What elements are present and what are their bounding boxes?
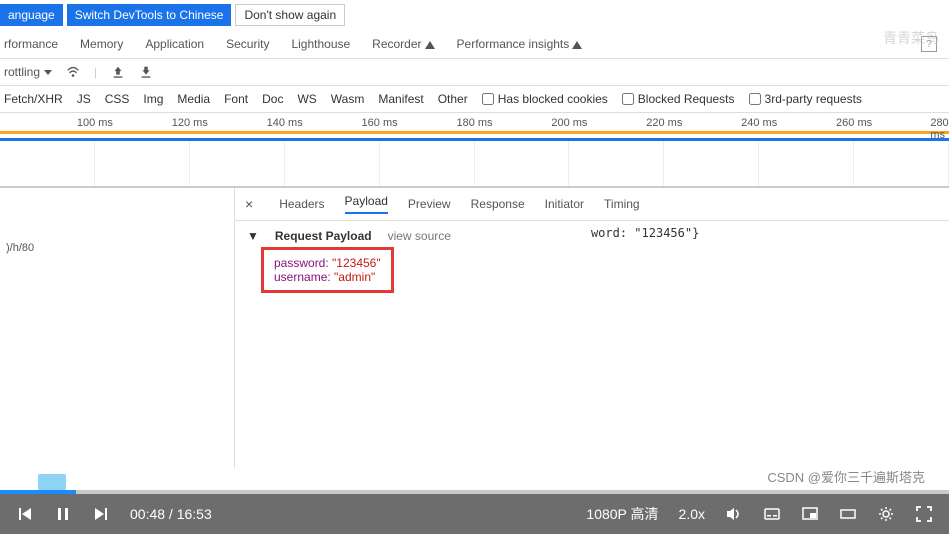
tab-security[interactable]: Security (226, 37, 269, 51)
next-icon[interactable] (92, 505, 110, 523)
language-button[interactable]: anguage (0, 4, 63, 26)
filter-manifest[interactable]: Manifest (378, 92, 423, 106)
tab-timing[interactable]: Timing (604, 197, 640, 211)
filter-other[interactable]: Other (438, 92, 468, 106)
wifi-icon[interactable] (66, 65, 80, 79)
filter-wasm[interactable]: Wasm (331, 92, 365, 106)
filter-js[interactable]: JS (77, 92, 91, 106)
waterfall-grid (0, 141, 949, 187)
view-source-link[interactable]: view source (388, 229, 451, 243)
tab-lighthouse[interactable]: Lighthouse (291, 37, 350, 51)
list-item[interactable]: )/h/80 (0, 238, 234, 258)
tab-initiator[interactable]: Initiator (545, 197, 584, 211)
request-list[interactable]: )/h/80 (0, 188, 235, 468)
filter-fetch[interactable]: Fetch/XHR (4, 92, 63, 106)
tab-headers[interactable]: Headers (279, 197, 324, 211)
filter-blocked-requests[interactable]: Blocked Requests (622, 92, 735, 106)
expand-icon[interactable]: ▼ (247, 229, 259, 243)
time-display: 00:48 / 16:53 (130, 506, 212, 522)
overview-strip (0, 131, 949, 141)
subtitle-icon[interactable] (763, 505, 781, 523)
tab-application[interactable]: Application (145, 37, 204, 51)
filter-doc[interactable]: Doc (262, 92, 283, 106)
warn-icon (425, 41, 435, 49)
tab-payload[interactable]: Payload (345, 194, 388, 214)
payload-title: Request Payload (275, 229, 372, 243)
prev-icon[interactable] (16, 505, 34, 523)
pause-icon[interactable] (54, 505, 72, 523)
tab-preview[interactable]: Preview (408, 197, 451, 211)
tab-recorder[interactable]: Recorder (372, 37, 434, 51)
quality-label[interactable]: 1080P 高清 (586, 504, 658, 524)
watermark: 青青菜鸟 (883, 28, 939, 48)
filter-font[interactable]: Font (224, 92, 248, 106)
throttling-dropdown[interactable]: rottling (4, 65, 52, 79)
filter-css[interactable]: CSS (105, 92, 130, 106)
ruler: 100 ms 120 ms 140 ms 160 ms 180 ms 200 m… (0, 113, 949, 131)
devtools-tabs: rformance Memory Application Security Li… (0, 30, 949, 59)
payload-panel: ▼ Request Payload view source password: … (235, 221, 949, 301)
tab-memory[interactable]: Memory (80, 37, 123, 51)
settings-icon[interactable] (877, 505, 895, 523)
filter-ws[interactable]: WS (297, 92, 316, 106)
video-progress[interactable] (0, 464, 949, 494)
filter-third-party[interactable]: 3rd-party requests (749, 92, 862, 106)
filter-bar: Fetch/XHR JS CSS Img Media Font Doc WS W… (0, 86, 949, 113)
close-icon[interactable]: × (245, 196, 253, 212)
tab-response[interactable]: Response (471, 197, 525, 211)
switch-devtools-button[interactable]: Switch DevTools to Chinese (67, 4, 232, 26)
filter-blocked-cookies[interactable]: Has blocked cookies (482, 92, 608, 106)
fullscreen-icon[interactable] (915, 505, 933, 523)
timeline[interactable]: 100 ms 120 ms 140 ms 160 ms 180 ms 200 m… (0, 113, 949, 188)
upload-icon[interactable] (111, 65, 125, 79)
inline-json: word: "123456"} (577, 226, 699, 240)
pip-icon[interactable] (801, 505, 819, 523)
filter-media[interactable]: Media (177, 92, 210, 106)
chevron-down-icon (44, 70, 52, 75)
filter-img[interactable]: Img (143, 92, 163, 106)
network-toolbar: rottling | (0, 59, 949, 86)
scrub-thumb[interactable] (38, 474, 66, 490)
dismiss-button[interactable]: Don't show again (235, 4, 345, 26)
speed-label[interactable]: 2.0x (679, 506, 705, 522)
payload-highlight: password: "123456" username: "admin" (261, 247, 394, 293)
tab-insights[interactable]: Performance insights (457, 37, 583, 51)
video-controls: 00:48 / 16:53 1080P 高清 2.0x (0, 494, 949, 534)
tab-performance[interactable]: rformance (4, 37, 58, 51)
detail-tabs: × Headers Payload Preview Response Initi… (235, 188, 949, 221)
warn-icon (572, 41, 582, 49)
theater-icon[interactable] (839, 505, 857, 523)
volume-icon[interactable] (725, 505, 743, 523)
download-icon[interactable] (139, 65, 153, 79)
